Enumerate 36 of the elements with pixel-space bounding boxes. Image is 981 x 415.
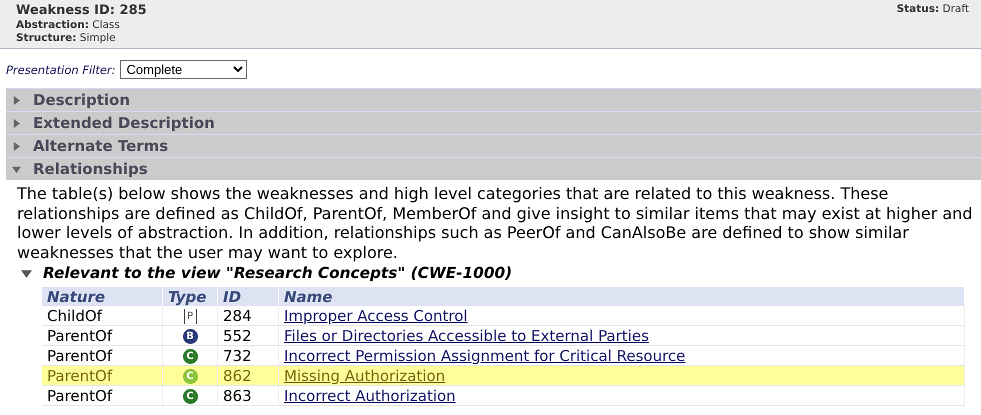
weakness-title: Weakness ID: 285 xyxy=(16,3,147,19)
filter-dropdown[interactable]: Complete xyxy=(120,60,247,79)
meta-field: Structure: Simple xyxy=(16,32,147,45)
table-cell: 284 xyxy=(218,306,278,326)
column-header: ID xyxy=(218,287,278,306)
table-cell: ParentOf xyxy=(42,326,162,346)
section-header[interactable]: Relationships xyxy=(6,157,981,180)
table-cell: ParentOf xyxy=(42,366,162,386)
section-header[interactable]: Extended Description xyxy=(6,111,981,134)
circle-letter-icon: C xyxy=(182,368,198,384)
view-header[interactable]: Relevant to the view "Research Concepts" (CWE-1000) xyxy=(20,263,981,283)
circle-letter-icon: B xyxy=(182,328,198,344)
status-field: Status: Draft xyxy=(896,3,969,45)
filter-label: Presentation Filter: xyxy=(6,62,116,76)
column-header: Nature xyxy=(42,287,162,306)
column-header: Name xyxy=(278,287,964,306)
circle-letter-icon: C xyxy=(182,348,198,364)
table-cell: ParentOf xyxy=(42,386,162,406)
weakness-link[interactable]: Incorrect Authorization xyxy=(284,386,456,404)
caret-icon xyxy=(20,268,33,278)
meta-field: Abstraction: Class xyxy=(16,19,147,32)
caret-icon xyxy=(12,94,21,106)
table-cell: ChildOf xyxy=(42,306,162,326)
section-header[interactable]: Description xyxy=(6,88,981,111)
weakness-link[interactable]: Incorrect Permission Assignment for Critical Resource xyxy=(284,346,686,364)
table-cell: 552 xyxy=(218,326,278,346)
weakness-link[interactable]: Improper Access Control xyxy=(284,306,468,324)
weakness-link[interactable]: Files or Directories Accessible to External Parties xyxy=(284,326,649,344)
caret-icon xyxy=(12,140,21,152)
section-header[interactable]: Alternate Terms xyxy=(6,134,981,157)
circle-letter-icon: C xyxy=(182,388,198,404)
table-cell: 862 xyxy=(218,366,278,386)
caret-icon xyxy=(12,118,21,128)
column-header: Type xyxy=(162,287,218,306)
intro-paragraph: The table(s) below shows the weaknesses and high level categories that are related to this weakness. These relationships are defined as ChildOf, ParentOf, MemberOf and give insight to similar items that may exist at higher and lower levels of abstraction. In addition, relationships such as PeerOf and CanAlsoBe are defined to show similar weaknesses that the user may want to explore. xyxy=(17,184,974,262)
table-cell: 863 xyxy=(218,386,278,406)
